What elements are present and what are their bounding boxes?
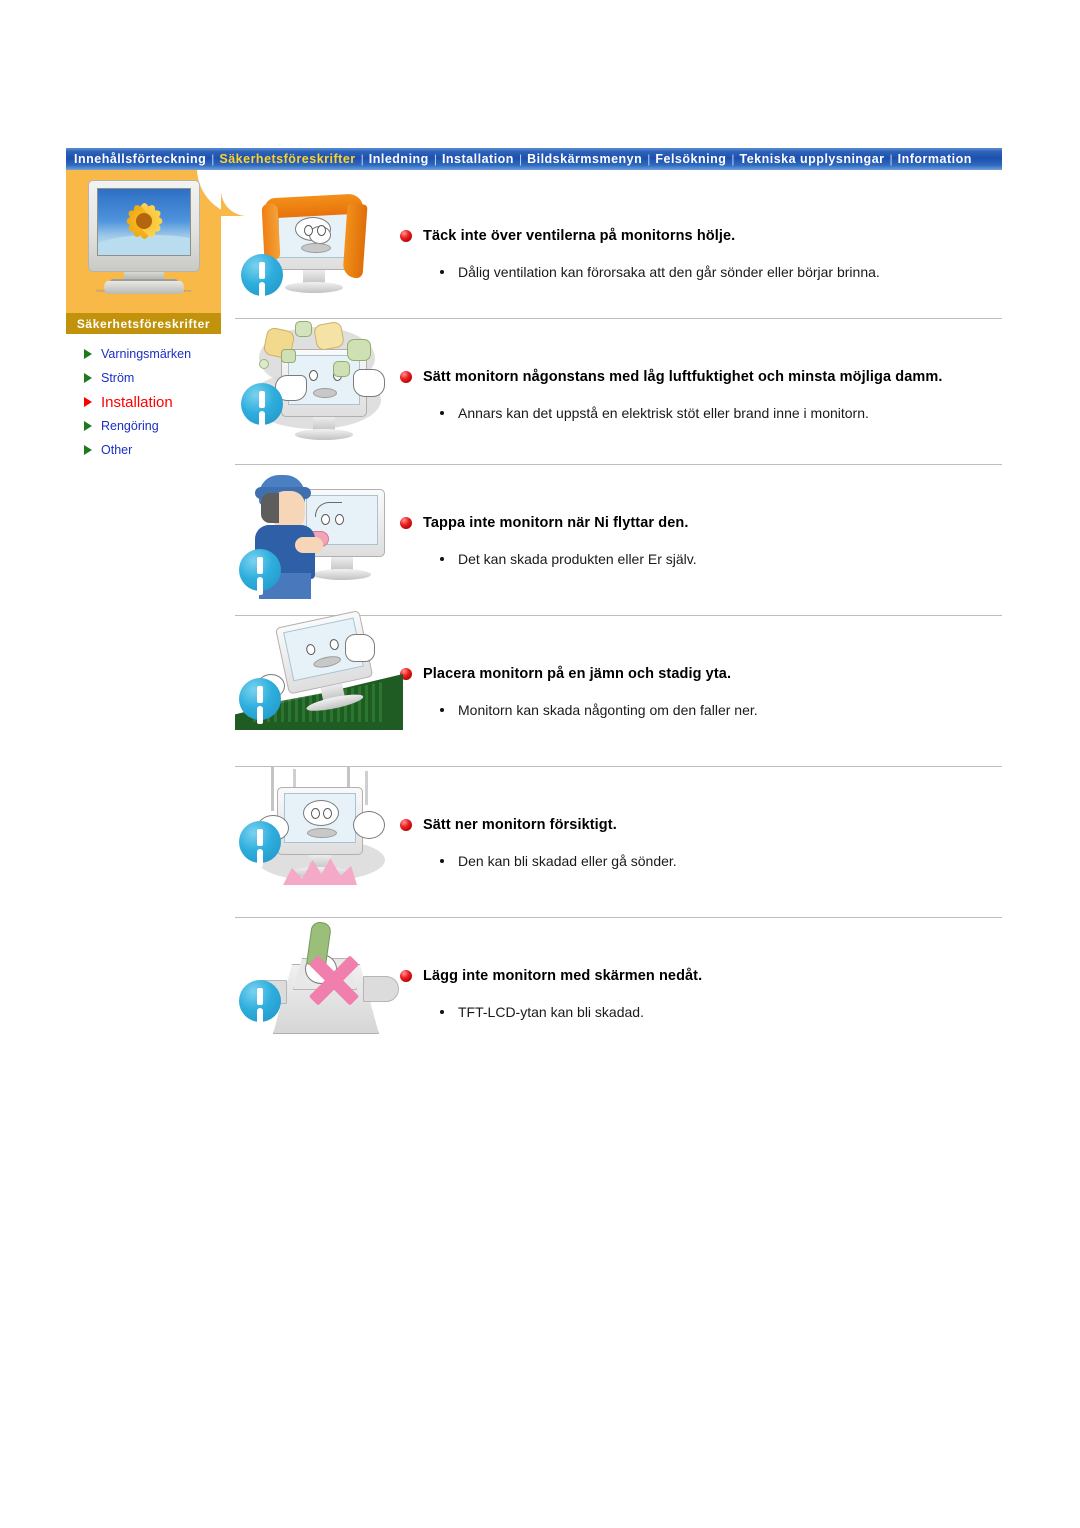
- triangle-right-icon: [84, 421, 92, 431]
- hair: [261, 493, 279, 523]
- sidebar-item-installation[interactable]: Installation: [66, 390, 221, 414]
- nav-item-felsokning[interactable]: Felsökning: [650, 148, 731, 170]
- safety-item: Tappa inte monitorn när Ni flyttar den. …: [235, 465, 1002, 615]
- sidebar-rounded-corner: [197, 170, 221, 216]
- red-sphere-bullet-icon: [400, 371, 412, 383]
- triangle-right-icon: [84, 373, 92, 383]
- nav-item-bildskarmsmenyn[interactable]: Bildskärmsmenyn: [522, 148, 647, 170]
- safety-item: Lägg inte monitorn med skärmen nedåt. TF…: [235, 918, 1002, 1058]
- safety-detail-text: Monitorn kan skada någonting om den fall…: [458, 702, 758, 718]
- cloth-left: [261, 203, 281, 261]
- safety-heading-text: Sätt monitorn någonstans med låg luftfuk…: [423, 369, 943, 385]
- list-bullet-icon: [440, 557, 444, 561]
- main-content: Täck inte över ventilerna på monitorns h…: [235, 178, 1002, 1058]
- safety-text: Placera monitorn på en jämn och stadig y…: [400, 616, 1002, 721]
- monitor-on-slope-illustration: [235, 610, 403, 751]
- sidebar-item-label: Ström: [101, 371, 135, 385]
- safety-item: Sätt monitorn någonstans med låg luftfuk…: [235, 319, 1002, 464]
- safety-detail-text: Annars kan det uppstå en elektrisk stöt …: [458, 405, 869, 421]
- monitor-dropped-hard-illustration: [235, 767, 400, 902]
- exclamation-circle-icon: [241, 383, 283, 425]
- arm: [295, 537, 323, 553]
- safety-heading: Sätt ner monitorn försiktigt.: [400, 815, 1002, 836]
- safety-detail: TFT-LCD-ytan kan bli skadad.: [400, 1001, 1002, 1023]
- safety-heading: Sätt monitorn någonstans med låg luftfuk…: [400, 367, 1002, 388]
- safety-item: Sätt ner monitorn försiktigt. Den kan bl…: [235, 767, 1002, 917]
- right-hand: [353, 811, 385, 839]
- safety-heading-text: Sätt ner monitorn försiktigt.: [423, 817, 617, 833]
- red-sphere-bullet-icon: [400, 517, 412, 529]
- safety-detail-text: Den kan bli skadad eller gå sönder.: [458, 853, 677, 869]
- safety-text: Sätt ner monitorn försiktigt. Den kan bl…: [400, 767, 1002, 872]
- nav-item-tekniska-upplysningar[interactable]: Tekniska upplysningar: [734, 148, 889, 170]
- safety-heading: Tappa inte monitorn när Ni flyttar den.: [400, 513, 1002, 534]
- sidebar-item-varningsmarken[interactable]: Varningsmärken: [66, 342, 221, 366]
- nav-item-information[interactable]: Information: [893, 148, 977, 170]
- sidebar-item-label: Installation: [101, 393, 173, 411]
- safety-heading-text: Tappa inte monitorn när Ni flyttar den.: [423, 515, 689, 531]
- nav-item-installation[interactable]: Installation: [437, 148, 519, 170]
- safety-item: Placera monitorn på en jämn och stadig y…: [235, 610, 1002, 766]
- exclamation-circle-icon: [239, 678, 281, 720]
- safety-detail: Annars kan det uppstå en elektrisk stöt …: [400, 402, 1002, 424]
- red-sphere-bullet-icon: [400, 230, 412, 242]
- list-bullet-icon: [440, 1010, 444, 1014]
- exclamation-circle-icon: [239, 980, 281, 1022]
- safety-detail: Den kan bli skadad eller gå sönder.: [400, 850, 1002, 872]
- sidebar-item-label: Rengöring: [101, 419, 159, 433]
- triangle-right-icon: [84, 349, 92, 359]
- sidebar-item-other[interactable]: Other: [66, 438, 221, 462]
- sidebar-link-list: Varningsmärken Ström Installation Rengör…: [66, 334, 221, 462]
- sidebar-item-strom[interactable]: Ström: [66, 366, 221, 390]
- safety-text: Lägg inte monitorn med skärmen nedåt. TF…: [400, 918, 1002, 1023]
- safety-heading-text: Lägg inte monitorn med skärmen nedåt.: [423, 968, 703, 984]
- exclamation-circle-icon: [239, 549, 281, 591]
- triangle-right-icon: [84, 397, 92, 407]
- monitor-in-dust-cloud-illustration: [235, 319, 400, 454]
- nav-item-sakerhetsforeskrifter[interactable]: Säkerhetsföreskrifter: [214, 148, 360, 170]
- list-bullet-icon: [440, 859, 444, 863]
- waving-hand: [345, 634, 375, 662]
- page-root: Innehållsförteckning | Säkerhetsföreskri…: [0, 0, 1080, 1528]
- sidebar: SAMSUNG SyncMaster Säkerhetsföreskrifter…: [66, 170, 221, 462]
- safety-heading: Täck inte över ventilerna på monitorns h…: [400, 226, 1002, 247]
- nav-item-innehallsforteckning[interactable]: Innehållsförteckning: [66, 148, 211, 170]
- safety-text: Tappa inte monitorn när Ni flyttar den. …: [400, 465, 1002, 570]
- safety-detail-text: Dålig ventilation kan förorsaka att den …: [458, 264, 880, 280]
- safety-heading: Lägg inte monitorn med skärmen nedåt.: [400, 966, 1002, 987]
- safety-heading: Placera monitorn på en jämn och stadig y…: [400, 664, 1002, 685]
- exclamation-circle-icon: [239, 821, 281, 863]
- list-bullet-icon: [440, 411, 444, 415]
- top-navigation-bar: Innehållsförteckning | Säkerhetsföreskri…: [66, 148, 1002, 170]
- safety-heading-text: Placera monitorn på en jämn och stadig y…: [423, 666, 732, 682]
- sidebar-item-label: Varningsmärken: [101, 347, 192, 361]
- safety-detail: Det kan skada produkten eller Er själv.: [400, 548, 1002, 570]
- monitor-with-sunflower-image: SAMSUNG SyncMaster: [88, 180, 200, 298]
- red-sphere-bullet-icon: [400, 819, 412, 831]
- sidebar-section-title: Säkerhetsföreskrifter: [66, 313, 221, 334]
- list-bullet-icon: [440, 270, 444, 274]
- safety-text: Sätt monitorn någonstans med låg luftfuk…: [400, 319, 1002, 424]
- safety-text: Täck inte över ventilerna på monitorns h…: [400, 178, 1002, 283]
- person-carrying-monitor-illustration: [235, 465, 400, 600]
- sidebar-item-rengoring[interactable]: Rengöring: [66, 414, 221, 438]
- safety-item: Täck inte över ventilerna på monitorns h…: [235, 178, 1002, 318]
- sidebar-item-label: Other: [101, 443, 133, 457]
- safety-detail: Monitorn kan skada någonting om den fall…: [400, 699, 1002, 721]
- list-bullet-icon: [440, 708, 444, 712]
- safety-detail: Dålig ventilation kan förorsaka att den …: [400, 261, 1002, 283]
- exclamation-circle-icon: [241, 254, 283, 296]
- monitor-covered-with-cloth-illustration: [235, 178, 400, 313]
- triangle-right-icon: [84, 445, 92, 455]
- cloth-right: [342, 203, 368, 279]
- safety-detail-text: TFT-LCD-ytan kan bli skadad.: [458, 1004, 644, 1020]
- safety-detail-text: Det kan skada produkten eller Er själv.: [458, 551, 697, 567]
- sidebar-hero-panel: SAMSUNG SyncMaster: [66, 170, 221, 313]
- safety-heading-text: Täck inte över ventilerna på monitorns h…: [423, 228, 736, 244]
- monitor-face-down-crossed-illustration: [235, 918, 400, 1053]
- nav-item-inledning[interactable]: Inledning: [364, 148, 434, 170]
- red-sphere-bullet-icon: [400, 970, 412, 982]
